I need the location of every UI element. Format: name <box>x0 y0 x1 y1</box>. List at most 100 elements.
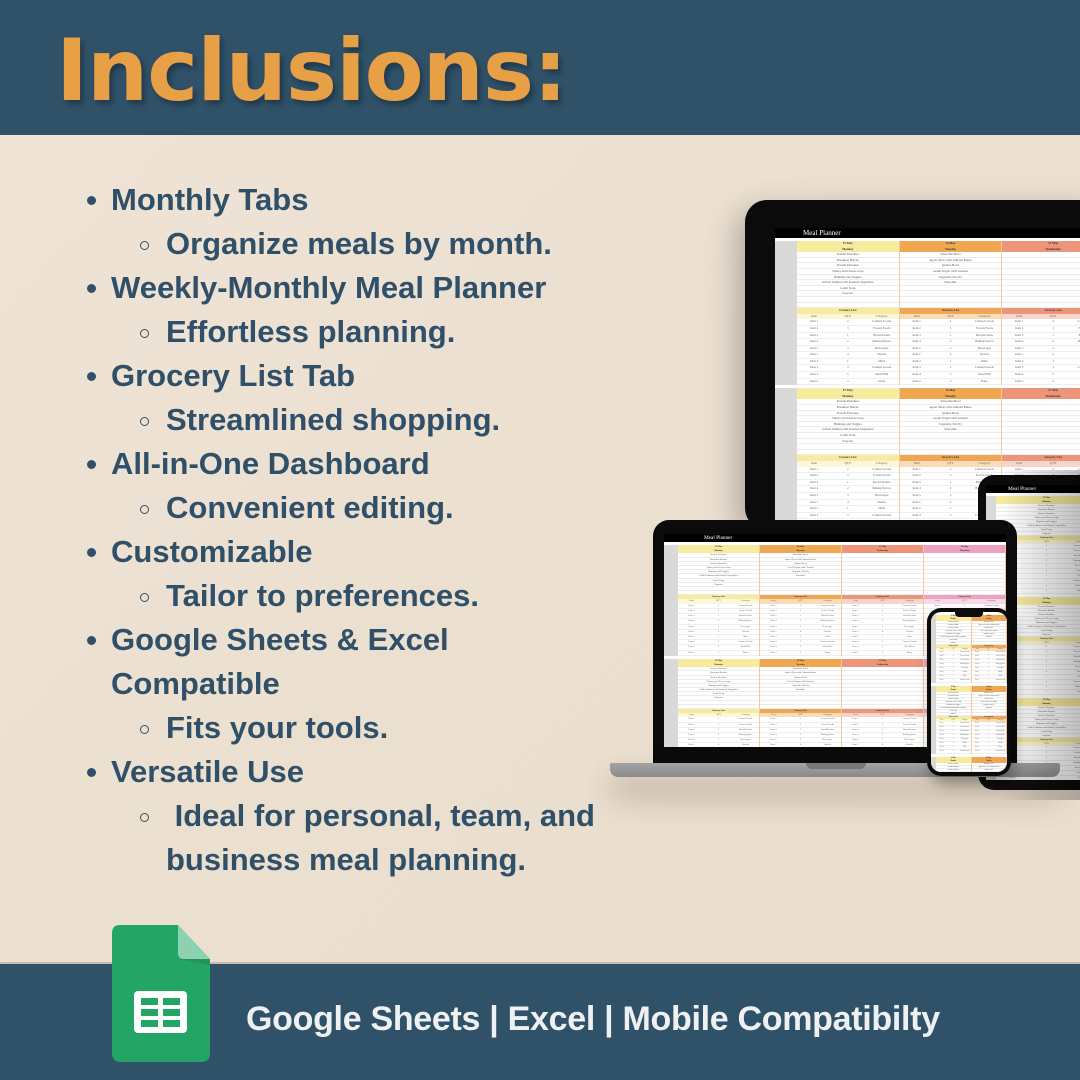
google-sheets-icon <box>112 925 210 1062</box>
grocery-cell: 3 <box>952 668 954 669</box>
grocery-row: Item 2 3 Dairy <box>842 651 923 656</box>
feature-detail: Ideal for personal, team, and <box>166 798 595 833</box>
grocery-cell: Dairy <box>1070 379 1080 385</box>
grocery-cell: Canned Goods <box>995 652 1005 653</box>
grocery-cell: Frozen Foods <box>820 722 835 726</box>
grocery-cell: Canned Goods <box>902 640 917 644</box>
grocery-cell: 4 <box>1045 569 1048 572</box>
grocery-cell: 4 <box>988 672 990 673</box>
grocery-row: Item 2 1 Other <box>797 506 899 513</box>
grocery-cell: Bread/Grains <box>873 332 891 337</box>
day-header: 15 May Monday <box>797 241 899 253</box>
grocery-cell: Frozen Foods <box>960 727 970 728</box>
grocery-cell: Item 2 <box>809 473 819 478</box>
bullet-icon <box>87 460 96 469</box>
grocery-cell: Baking/Spices <box>975 339 994 344</box>
week-block: 15 May Monday Protein Pancakes Breakfast Bu… <box>931 757 1007 772</box>
feature-item: Versatile Use Ideal for personal, team, … <box>0 750 620 882</box>
grocery-cell: Item 2 <box>770 608 777 612</box>
grocery-cell: Item 3 <box>912 479 921 484</box>
grocery-cell: 2 <box>847 466 849 471</box>
laptop-notch <box>806 763 866 769</box>
grocery-cell: Other <box>962 676 967 677</box>
grocery-cell: Other <box>1077 776 1080 779</box>
bullet-icon <box>87 196 96 205</box>
grocery-cell: Item 4 <box>770 619 777 623</box>
grocery-cell: Meat/Fish <box>904 645 915 649</box>
grocery-cell: Item 4 <box>852 619 859 623</box>
grocery-row: Item 1 2 Canned Goods <box>899 466 1002 474</box>
grocery-cell: 3 <box>1045 579 1048 582</box>
grocery-cell: Item 5 <box>975 739 980 740</box>
grocery-row: Item 5 3 Beverages <box>797 493 899 500</box>
sub-bullet-icon <box>140 813 149 822</box>
grocery-cell: 1 <box>1052 358 1054 363</box>
grocery-cell: Baking/Spices <box>960 735 970 736</box>
grocery-cell: Item 2 <box>1015 358 1024 363</box>
grocery-cell: 3 <box>988 739 990 740</box>
grocery-cell: 3 <box>952 680 954 681</box>
grocery-cell: Item 4 <box>809 486 819 491</box>
grocery-cell: Item 1 <box>1015 319 1024 324</box>
day-column: 16 May Tuesday Smoothie Bowl Apple Slices w… <box>971 757 1007 772</box>
grocery-cell: 1 <box>1045 574 1048 577</box>
grocery-cell: Item 2 <box>939 727 944 728</box>
grocery-cell: 3 <box>799 738 802 742</box>
grocery-cell: Item 2 <box>688 608 695 612</box>
grocery-cell: 1 <box>717 634 720 638</box>
grocery-cell: 2 <box>717 619 720 623</box>
grocery-cell: 2 <box>1052 466 1054 471</box>
grocery-cell: Bread/Grains <box>903 614 916 618</box>
grocery-cell: Canned Goods <box>974 365 994 370</box>
grocery-row: Item 1 4 Snacks <box>797 500 899 507</box>
grocery-cell: Item 2 <box>852 722 859 726</box>
grocery-cell: Item 2 <box>809 378 819 383</box>
grocery-row: Item 1 4 Snacks <box>797 352 899 359</box>
week-block: 15 May Monday Protein Pancakes Breakfast Bu… <box>931 615 1007 683</box>
grocery-cell: Bread/Grains <box>960 660 970 661</box>
grocery-cell: Canned Goods <box>1073 544 1080 547</box>
grocery-cell: 2 <box>949 339 952 344</box>
grocery-cell: Canned Goods <box>738 717 753 721</box>
grocery-cell: Item 2 <box>688 650 695 654</box>
grocery-cell: 5 <box>717 645 720 649</box>
day-column: 15 May Monday Protein Pancakes Breakfast Bu… <box>936 615 972 683</box>
grocery-cell: 3 <box>847 473 849 478</box>
grocery-cell: Other <box>1077 574 1080 577</box>
grocery-cell: Canned Goods <box>872 319 892 324</box>
grocery-cell: Bread/Grains <box>739 614 752 618</box>
grocery-cell: Bread/Grains <box>873 479 891 484</box>
feature-label: Versatile Use <box>111 754 305 789</box>
grocery-cell: 1 <box>949 506 952 511</box>
grocery-cell: 3 <box>881 608 884 612</box>
grocery-cell: Item 1 <box>770 629 777 633</box>
grocery-cell: Dairy <box>980 378 989 383</box>
grocery-cell: Frozen Foods <box>873 473 891 478</box>
feature-item: Monthly Tabs Organize meals by month. <box>0 178 620 266</box>
grocery-row: Item 1 4 Snacks <box>842 743 923 747</box>
grocery-cell: Item 3 <box>852 614 859 618</box>
grocery-cell: Item 1 <box>1015 352 1024 357</box>
grocery-cell: Canned Goods <box>974 466 994 471</box>
grocery-cell: Item 1 <box>912 499 921 504</box>
week-label-column <box>664 658 678 747</box>
grocery-cell: Snacks <box>906 743 913 747</box>
grocery-cell: Beverages <box>1075 766 1080 769</box>
grocery-cell: 2 <box>881 733 884 737</box>
grocery-cell: Beverages <box>740 624 751 628</box>
grocery-row: Item 2 1 Other <box>899 359 1002 366</box>
grocery-cell: Item 1 <box>939 723 944 724</box>
day-header: 18 MayThursday <box>924 545 1005 554</box>
grocery-cell: Item 1 <box>688 603 695 607</box>
grocery-cell: Canned Goods <box>960 751 970 752</box>
grocery-row: Item 2 3 Dairy <box>797 379 899 386</box>
bullet-icon <box>87 768 96 777</box>
grocery-cell: 2 <box>799 603 802 607</box>
grocery-cell: Meat/Fish <box>977 372 991 377</box>
grocery-row: Item 4 5 Meat/Fish <box>797 372 899 379</box>
grocery-cell: Frozen Foods <box>995 656 1005 657</box>
grocery-cell: Item 4 <box>939 735 944 736</box>
grocery-cell: Item 1 <box>688 717 695 721</box>
grocery-cell: Frozen Foods <box>995 727 1005 728</box>
day-column: 17 MayWednesdayGrocery ListItemQTYCatego… <box>842 658 924 747</box>
